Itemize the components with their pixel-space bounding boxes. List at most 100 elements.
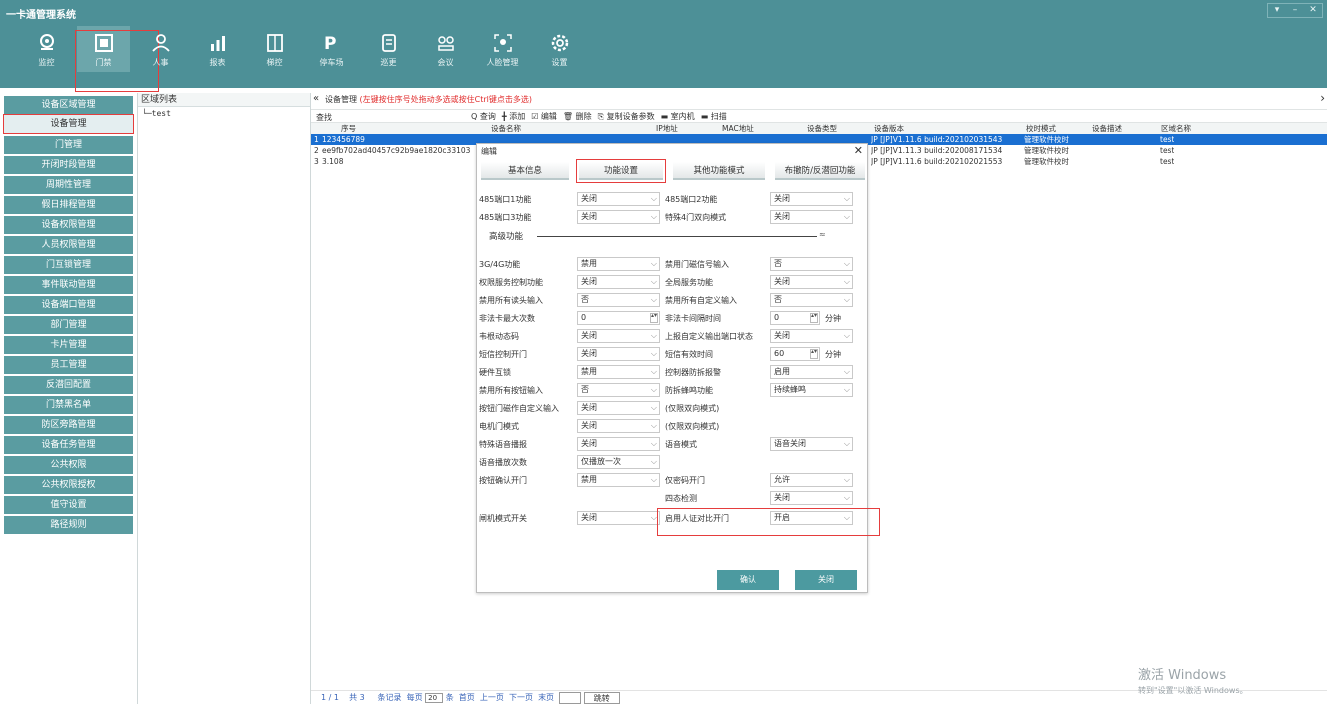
close-icon[interactable]: ✕	[1304, 4, 1322, 17]
button-sensor-custom-select[interactable]: 关闭 ⌵	[577, 401, 660, 415]
sidebar-item-device-task[interactable]: 设备任务管理	[4, 436, 133, 454]
global-service-select[interactable]: 关闭 ⌵	[770, 275, 853, 289]
tamper-alarm-select[interactable]: 启用 ⌵	[770, 365, 853, 379]
sidebar-item-time-period[interactable]: 开闭时段管理	[4, 156, 133, 174]
sidebar-item-employee[interactable]: 员工管理	[4, 356, 133, 374]
indoor-unit-button[interactable]: ▬ 室内机	[661, 111, 695, 122]
password-only-select[interactable]: 允许 ⌵	[770, 473, 853, 487]
sidebar-item-event-linkage[interactable]: 事件联动管理	[4, 276, 133, 294]
delete-button[interactable]: 🗑 删除	[563, 111, 592, 122]
first-page-link[interactable]: 首页	[459, 693, 475, 702]
special-voice-select[interactable]: 关闭 ⌵	[577, 437, 660, 451]
module-patrol[interactable]: 巡更	[362, 26, 415, 72]
region-tree-item[interactable]: test	[152, 109, 171, 118]
expand-right-icon[interactable]: ›	[1320, 91, 1325, 105]
voice-mode-select[interactable]: 语音关闭 ⌵	[770, 437, 853, 451]
module-reports[interactable]: 报表	[191, 26, 244, 72]
collapse-section-icon[interactable]: ≈	[819, 230, 826, 239]
collapse-panel-icon[interactable]: «	[313, 93, 319, 104]
disable-door-sensor-select[interactable]: 否 ⌵	[770, 257, 853, 271]
3g4g-select[interactable]: 禁用 ⌵	[577, 257, 660, 271]
col-header[interactable]: 校时模式	[1026, 123, 1056, 134]
tab-other-modes[interactable]: 其他功能模式	[673, 162, 765, 180]
module-elevator[interactable]: 梯控	[248, 26, 301, 72]
per-page-input[interactable]: 20	[425, 692, 444, 703]
four-state-select[interactable]: 关闭 ⌵	[770, 491, 853, 505]
motor-door-select[interactable]: 关闭 ⌵	[577, 419, 660, 433]
jump-page-input[interactable]	[559, 691, 582, 704]
disable-readers-select[interactable]: 否 ⌵	[577, 293, 660, 307]
jump-button[interactable]: 跳转	[583, 691, 620, 704]
sidebar-item-duty-setting[interactable]: 值守设置	[4, 496, 133, 514]
sidebar-item-card[interactable]: 卡片管理	[4, 336, 133, 354]
col-header[interactable]: 区域名称	[1161, 123, 1191, 134]
query-button[interactable]: Q 查询	[471, 111, 496, 122]
port3-select[interactable]: 关闭 ⌵	[577, 210, 660, 224]
prev-page-link[interactable]: 上一页	[480, 693, 504, 702]
id-verify-open-select[interactable]: 开启 ⌵	[770, 511, 853, 525]
disable-custom-input-select[interactable]: 否 ⌵	[770, 293, 853, 307]
col-header[interactable]: 序号	[341, 123, 356, 134]
module-personnel[interactable]: 人事	[134, 26, 187, 72]
port1-select[interactable]: 关闭 ⌵	[577, 192, 660, 206]
sidebar-item-anti-passback[interactable]: 反潜回配置	[4, 376, 133, 394]
col-header[interactable]: 设备类型	[807, 123, 837, 134]
sidebar-item-device-management[interactable]: 设备管理	[3, 114, 134, 134]
module-meeting[interactable]: 会议	[419, 26, 472, 72]
tab-basic-info[interactable]: 基本信息	[481, 162, 569, 180]
copy-params-button[interactable]: ⎘ 复制设备参数	[598, 111, 655, 122]
module-monitor[interactable]: 监控	[20, 26, 73, 72]
voice-play-count-select[interactable]: 仅播放一次 ⌵	[577, 455, 660, 469]
tamper-buzzer-select[interactable]: 持续蜂鸣 ⌵	[770, 383, 853, 397]
module-settings[interactable]: 设置	[533, 26, 586, 72]
col-header[interactable]: IP地址	[656, 123, 678, 134]
module-parking[interactable]: P 停车场	[305, 26, 358, 72]
close-button[interactable]: 关闭	[795, 570, 857, 590]
port2-select[interactable]: 关闭 ⌵	[770, 192, 853, 206]
confirm-button[interactable]: 确认	[717, 570, 779, 590]
illegal-card-interval-input[interactable]: 0 ▴▾	[770, 311, 820, 325]
edit-button[interactable]: ☑ 编辑	[531, 111, 557, 122]
module-door-access[interactable]: 门禁	[75, 26, 159, 92]
wiegand-dynamic-select[interactable]: 关闭 ⌵	[577, 329, 660, 343]
sms-valid-time-input[interactable]: 60 ▴▾	[770, 347, 820, 361]
sidebar-item-blacklist[interactable]: 门禁黑名单	[4, 396, 133, 414]
tab-function-settings[interactable]: 功能设置	[576, 159, 666, 183]
sidebar-item-device-port[interactable]: 设备端口管理	[4, 296, 133, 314]
disable-buttons-select[interactable]: 否 ⌵	[577, 383, 660, 397]
col-header[interactable]: 设备版本	[874, 123, 904, 134]
gate-mode-select[interactable]: 关闭 ⌵	[577, 511, 660, 525]
sidebar-item-department[interactable]: 部门管理	[4, 316, 133, 334]
sidebar-item-interlock[interactable]: 门互锁管理	[4, 256, 133, 274]
sidebar-item-cycle[interactable]: 周期性管理	[4, 176, 133, 194]
add-button[interactable]: ╋ 添加	[502, 111, 525, 122]
next-page-link[interactable]: 下一页	[509, 693, 533, 702]
sidebar-item-device-area[interactable]: 设备区域管理	[4, 96, 133, 114]
sidebar-item-device-permission[interactable]: 设备权限管理	[4, 216, 133, 234]
sidebar-item-public-permission[interactable]: 公共权限	[4, 456, 133, 474]
sidebar-item-zone-bypass[interactable]: 防区旁路管理	[4, 416, 133, 434]
scan-button[interactable]: ▬ 扫描	[701, 111, 727, 122]
last-page-link[interactable]: 末页	[538, 693, 554, 702]
dialog-close-icon[interactable]: ✕	[854, 144, 863, 157]
sidebar-item-public-permission-grant[interactable]: 公共权限授权	[4, 476, 133, 494]
sms-open-select[interactable]: 关闭 ⌵	[577, 347, 660, 361]
col-header[interactable]: 设备描述	[1092, 123, 1122, 134]
special-4door-select[interactable]: 关闭 ⌵	[770, 210, 853, 224]
col-header[interactable]: 设备名称	[491, 123, 521, 134]
permission-service-select[interactable]: 关闭 ⌵	[577, 275, 660, 289]
report-output-select[interactable]: 关闭 ⌵	[770, 329, 853, 343]
hardware-interlock-select[interactable]: 禁用 ⌵	[577, 365, 660, 379]
module-face[interactable]: 人脸管理	[476, 26, 529, 72]
row-number: 2	[314, 146, 319, 155]
illegal-card-max-input[interactable]: 0 ▴▾	[577, 311, 660, 325]
sidebar-item-holiday[interactable]: 假日排程管理	[4, 196, 133, 214]
tab-arm-antipassback[interactable]: 布撤防/反潜回功能	[775, 162, 865, 180]
minimize-icon[interactable]: –	[1286, 4, 1304, 17]
button-confirm-open-select[interactable]: 禁用 ⌵	[577, 473, 660, 487]
sidebar-item-personnel-permission[interactable]: 人员权限管理	[4, 236, 133, 254]
col-header[interactable]: MAC地址	[722, 123, 754, 134]
menu-dropdown-icon[interactable]: ▾	[1268, 4, 1286, 17]
sidebar-item-door-management[interactable]: 门管理	[4, 136, 133, 154]
sidebar-item-path-rule[interactable]: 路径规则	[4, 516, 133, 534]
